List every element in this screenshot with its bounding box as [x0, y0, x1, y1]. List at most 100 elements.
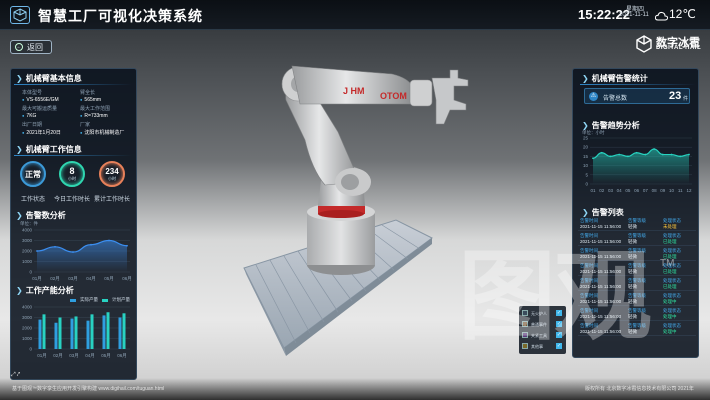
- watermark-tm: TM: [660, 258, 675, 269]
- bar: [118, 317, 122, 349]
- bar: [106, 312, 110, 349]
- data-point: [679, 155, 682, 158]
- data-point: [90, 243, 92, 246]
- bar: [86, 320, 90, 349]
- x-tick-label: 03月: [68, 276, 78, 282]
- info-label: 臂全长: [80, 90, 96, 96]
- capacity-title: 工作产能分析: [25, 286, 74, 295]
- total-hours-value: 234: [105, 166, 119, 176]
- data-point: [635, 151, 638, 154]
- watermark-logo: 图观: [458, 241, 652, 351]
- data-point: [661, 153, 664, 156]
- chevron-right-icon: ❯: [582, 121, 589, 130]
- alarm-total-box: ⚠ 告警总数 23 件: [584, 88, 690, 104]
- today-hours-gauge: 8 小时: [59, 161, 85, 187]
- info-value: 2021年1月20日: [22, 129, 78, 136]
- data-point: [54, 245, 56, 248]
- basic-info-header: ❯ 机械臂基本信息: [12, 73, 82, 84]
- y-tick-label: 3000: [22, 315, 33, 320]
- x-tick-label: 05月: [104, 276, 114, 282]
- today-hours-value: 8: [69, 165, 75, 176]
- capacity-bar-chart: 4000 3000 2000 1000 0 01月 02月 03月 04月 05月 06月: [22, 305, 130, 359]
- alarm-status: 已处理: [663, 239, 677, 244]
- y-tick-label: 2000: [22, 326, 33, 331]
- y-tick-label: 20: [583, 145, 589, 150]
- info-label: 本体型号: [22, 90, 43, 96]
- divider: [580, 84, 696, 85]
- capacity-header: ❯ 工作产能分析: [12, 285, 74, 296]
- data-point: [600, 151, 603, 154]
- data-point: [627, 155, 629, 158]
- bar: [54, 322, 58, 349]
- basic-info-title: 机械臂基本信息: [25, 74, 82, 83]
- data-point: [670, 153, 673, 156]
- x-tick-label: 03: [608, 188, 614, 193]
- bar: [42, 314, 46, 349]
- legend-swatch-actual: [70, 298, 76, 302]
- x-tick-label: 06月: [117, 353, 127, 359]
- data-point: [618, 153, 621, 156]
- total-hours-unit: 小时: [108, 175, 116, 181]
- fullscreen-icon[interactable]: ⤢⤤: [11, 372, 25, 380]
- chevron-right-icon: ❯: [16, 286, 23, 295]
- data-point: [644, 153, 647, 156]
- data-point: [653, 148, 655, 150]
- alarm-stats-title: 机械臂告警统计: [591, 74, 648, 83]
- data-point: [36, 250, 38, 252]
- y-tick-label: 3000: [22, 238, 33, 243]
- bar: [58, 317, 62, 349]
- alarm-list-item[interactable]: 告警时间 告警等级 处理状态 2021-11-15 11:56:00 轻微 未处理: [578, 217, 696, 231]
- info-manufacture-date: 出厂日期 2021年1月20日: [22, 121, 78, 136]
- y-tick-label: 0: [29, 270, 32, 275]
- info-value: R=733mm: [80, 113, 136, 119]
- bar: [74, 316, 78, 349]
- bar: [38, 319, 42, 349]
- work-info-header: ❯ 机械臂工作信息: [12, 144, 82, 155]
- work-status-gauge: 正常: [20, 161, 46, 187]
- trend-area-chart: 252015105001 02 03 04 05 06 07 08 09 10 11 12: [583, 136, 692, 193]
- alarm-status: 处理中: [663, 299, 677, 304]
- x-tick-label: 06月: [122, 276, 132, 282]
- x-tick-label: 01: [590, 188, 596, 193]
- alarm-total-label: 告警总数: [603, 96, 628, 102]
- alarm-analysis-header: ❯ 告警数分析: [12, 210, 66, 221]
- info-manufacturer: 厂家 沈阳市机械制造厂: [80, 121, 136, 136]
- data-point: [126, 244, 128, 247]
- y-tick-label: 25: [583, 136, 589, 141]
- y-tick-label: 15: [583, 154, 589, 159]
- info-max-range: 最大工作范围 R=733mm: [80, 105, 136, 119]
- total-hours-label: 累计工作时长: [93, 197, 130, 203]
- alarm-total-unit: 件: [683, 96, 689, 102]
- data-point: [592, 157, 594, 160]
- x-tick-label: 04: [617, 188, 623, 193]
- bell-icon: ⚠: [589, 92, 598, 101]
- y-tick-label: 4000: [22, 228, 33, 233]
- area-fill: [37, 240, 127, 272]
- x-tick-label: 02月: [50, 276, 60, 282]
- x-tick-label: 03月: [69, 353, 79, 359]
- divider: [14, 155, 132, 156]
- y-tick-label: 10: [583, 163, 589, 168]
- work-info-title: 机械臂工作信息: [25, 145, 82, 154]
- work-status-value: 正常: [25, 169, 41, 179]
- chevron-right-icon: ❯: [16, 74, 23, 83]
- x-tick-label: 04月: [85, 353, 95, 359]
- arm-text-left: J HM: [343, 86, 365, 96]
- x-tick-label: 06: [634, 188, 640, 193]
- data-point: [609, 155, 612, 158]
- info-arm-length: 臂全长 565mm: [80, 89, 136, 103]
- x-tick-label: 08: [652, 188, 658, 193]
- alarm-status: 处理中: [663, 314, 677, 319]
- info-value: 7KG: [22, 113, 78, 119]
- alarm-time: 2021-11-15 11:56:00: [580, 224, 622, 229]
- info-value: VS-6556E/GM: [22, 97, 78, 103]
- chevron-right-icon: ❯: [16, 145, 23, 154]
- data-point: [108, 239, 110, 242]
- x-tick-label: 10: [669, 188, 675, 193]
- alarm-total-value: 23: [669, 90, 682, 102]
- divider: [14, 84, 132, 85]
- bar: [102, 315, 106, 349]
- x-tick-label: 12: [686, 188, 692, 193]
- y-tick-label: 5: [585, 172, 588, 177]
- legend-swatch-plan: [102, 298, 108, 302]
